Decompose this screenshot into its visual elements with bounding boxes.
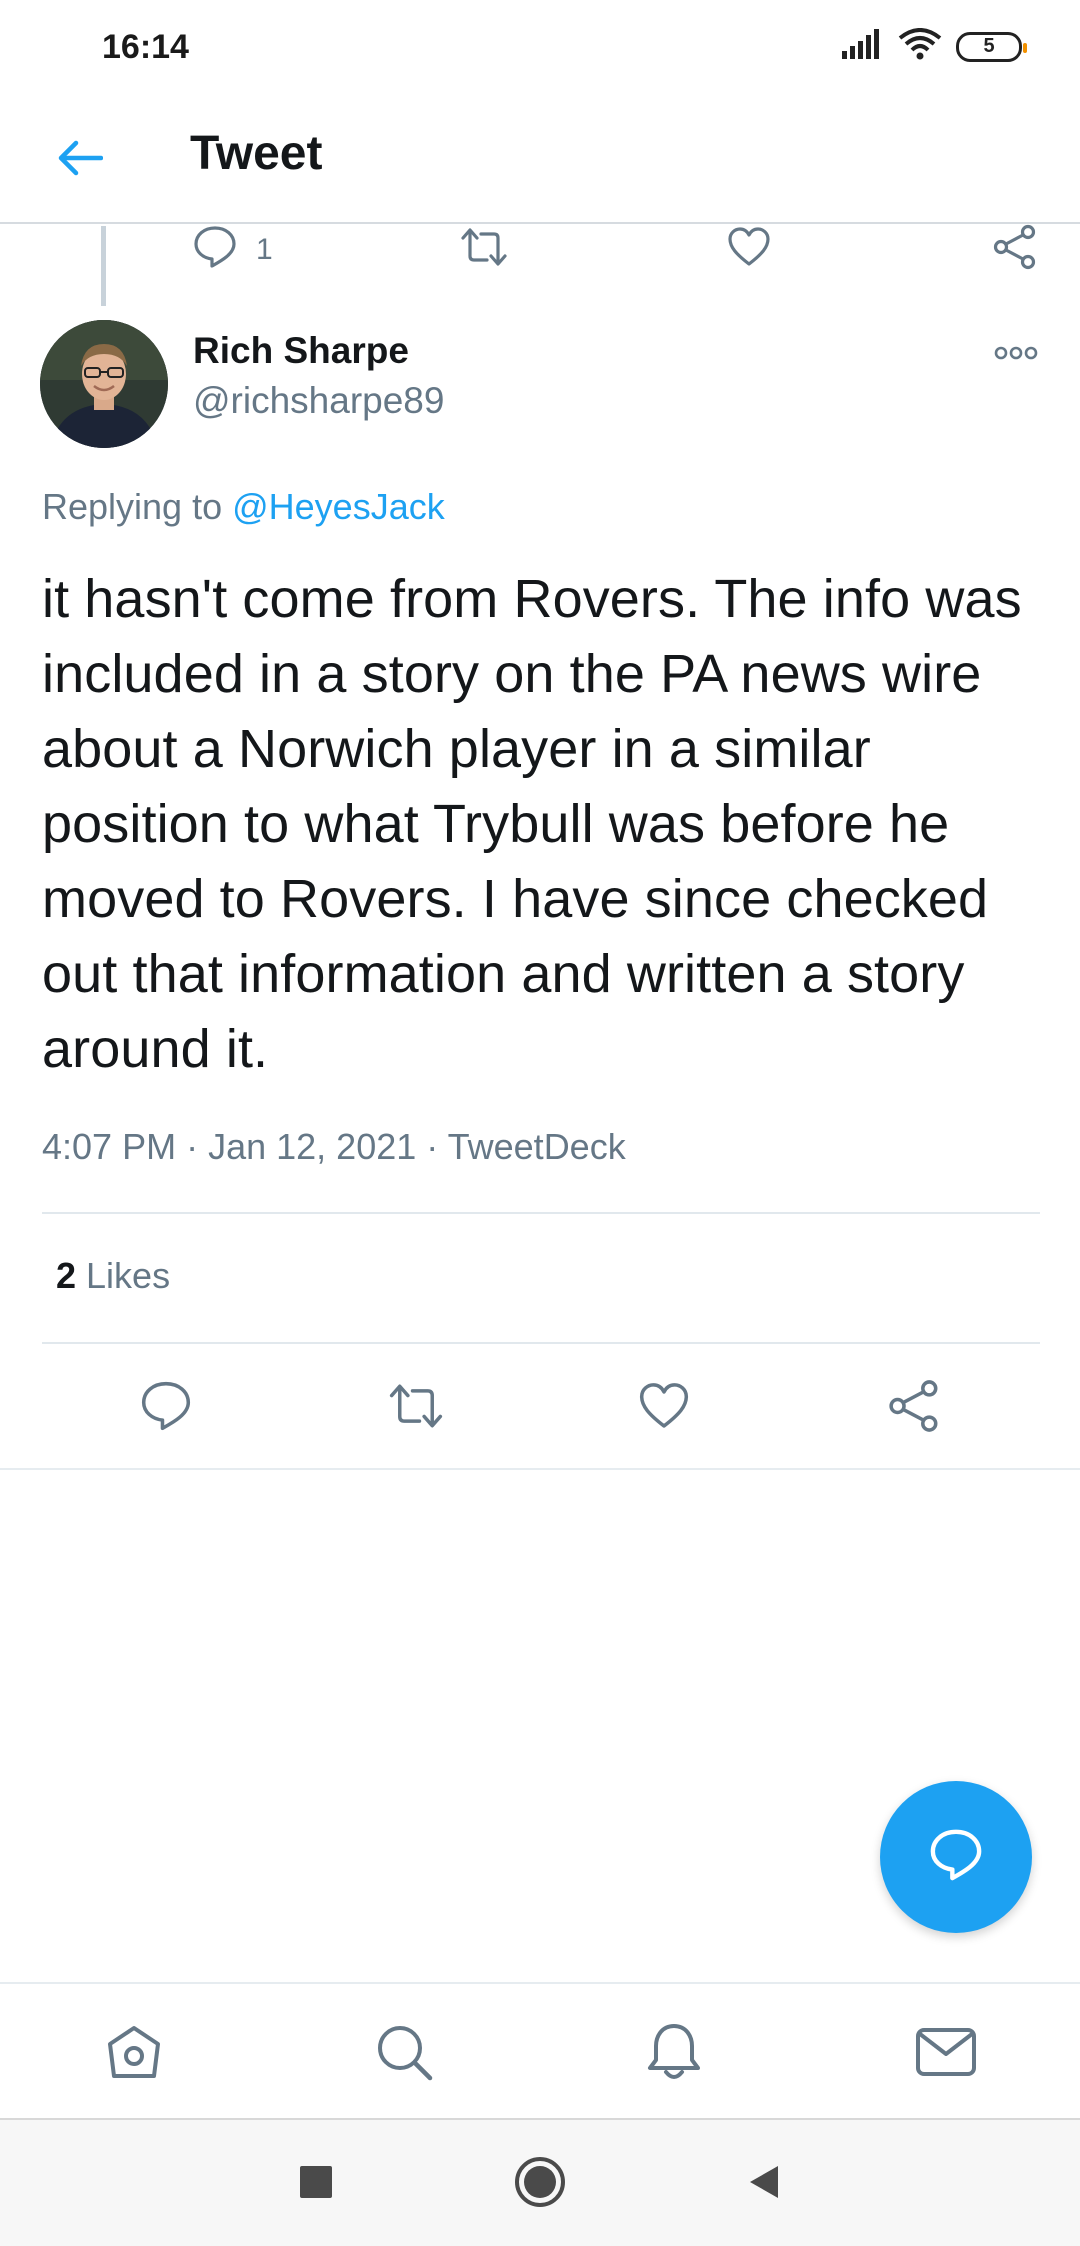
page-title: Tweet (190, 127, 323, 180)
parent-share-button[interactable] (992, 224, 1038, 275)
status-bar: 16:14 5 (0, 0, 1080, 96)
replying-to-line: Replying to @HeyesJack (42, 486, 445, 528)
reply-icon (192, 224, 238, 275)
tweet-date: Jan 12, 2021 (208, 1126, 417, 1167)
status-time: 16:14 (102, 28, 189, 66)
like-icon (637, 1379, 691, 1438)
top-app-bar: Tweet (0, 96, 1080, 224)
back-button[interactable] (52, 132, 108, 188)
home-system-icon (513, 2155, 567, 2214)
back-system-icon (744, 2162, 784, 2207)
author-name[interactable]: Rich Sharpe (193, 330, 409, 372)
meta-separator: · (426, 1126, 448, 1167)
battery-icon: 5 (956, 31, 1027, 62)
messages-icon (914, 2020, 978, 2089)
replying-to-mention[interactable]: @HeyesJack (232, 486, 445, 527)
like-icon (726, 224, 772, 275)
parent-reply-button[interactable]: 1 (192, 224, 273, 275)
compose-reply-button[interactable] (880, 1781, 1032, 1933)
search-icon (372, 2020, 436, 2089)
status-icons: 5 (840, 28, 1027, 65)
divider (0, 1468, 1080, 1470)
notifications-icon (642, 2020, 706, 2089)
wifi-icon (898, 28, 942, 65)
retweet-icon (387, 1379, 445, 1438)
like-button[interactable] (634, 1378, 694, 1438)
share-icon (887, 1379, 941, 1438)
system-home-button[interactable] (512, 2156, 568, 2212)
nav-home-tab[interactable] (102, 2022, 166, 2086)
avatar[interactable] (40, 320, 168, 448)
share-button[interactable] (884, 1378, 944, 1438)
tweet-source[interactable]: TweetDeck (448, 1126, 626, 1167)
more-options-icon (994, 345, 1038, 366)
back-arrow-icon (57, 139, 104, 182)
nav-messages-tab[interactable] (914, 2022, 978, 2086)
retweet-button[interactable] (386, 1378, 446, 1438)
likes-summary[interactable]: 2 Likes (56, 1255, 170, 1297)
thread-connector-line (101, 226, 106, 306)
tweet-time: 4:07 PM (42, 1126, 177, 1167)
likes-label: Likes (76, 1255, 171, 1296)
more-options-button[interactable] (990, 340, 1042, 370)
replying-to-label: Replying to (42, 486, 233, 527)
reply-button[interactable] (136, 1378, 196, 1438)
author-handle[interactable]: @richsharpe89 (193, 380, 444, 422)
compose-reply-icon (928, 1827, 984, 1888)
tweet-text: it hasn't come from Rovers. The info was… (42, 569, 1022, 1079)
signal-icon (840, 29, 884, 64)
nav-notifications-tab[interactable] (642, 2022, 706, 2086)
retweet-icon (459, 224, 509, 275)
recents-button[interactable] (288, 2156, 344, 2212)
recents-icon (296, 2162, 336, 2207)
home-icon (102, 2020, 166, 2089)
divider (42, 1342, 1040, 1344)
parent-retweet-button[interactable] (459, 224, 509, 275)
likes-count: 2 (56, 1255, 77, 1296)
share-icon (992, 224, 1038, 275)
meta-separator: · (186, 1126, 209, 1167)
parent-reply-count: 1 (256, 232, 273, 266)
parent-like-button[interactable] (726, 224, 772, 275)
nav-search-tab[interactable] (372, 2022, 436, 2086)
tweet-meta: 4:07 PM · Jan 12, 2021 · TweetDeck (42, 1126, 626, 1168)
divider (42, 1212, 1040, 1214)
system-back-button[interactable] (736, 2156, 792, 2212)
reply-icon (139, 1379, 193, 1438)
